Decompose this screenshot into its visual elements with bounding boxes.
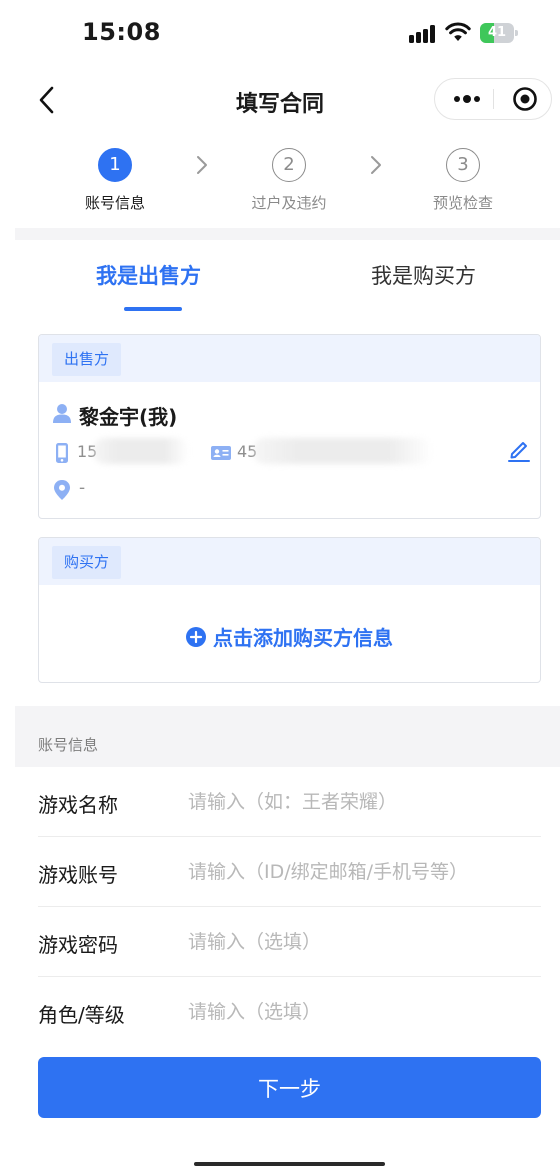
buyer-card: 购买方 点击添加购买方信息 (38, 537, 541, 683)
step-preview-check: 3 预览检查 (393, 148, 533, 213)
id-card-icon (211, 446, 231, 460)
form-row-role-level: 角色/等级 (38, 977, 541, 1047)
seller-card-header: 出售方 (39, 335, 540, 382)
step-number: 3 (446, 148, 480, 182)
seller-card: 出售方 黎金宇(我) 15 45 - (38, 334, 541, 519)
mini-program-capsule (434, 78, 552, 120)
seller-address: - (79, 478, 86, 498)
next-step-button[interactable]: 下一步 (38, 1057, 541, 1118)
phone-icon (56, 443, 68, 463)
status-time: 15:08 (82, 18, 161, 46)
section-divider (15, 228, 560, 240)
edit-icon[interactable] (506, 437, 532, 463)
battery-icon: 41 (480, 23, 518, 43)
redacted-phone (93, 438, 189, 464)
step-number: 1 (98, 148, 132, 182)
role-level-label: 角色/等级 (38, 1003, 125, 1027)
step-label: 预览检查 (432, 194, 493, 212)
location-pin-icon (54, 480, 70, 500)
tab-seller[interactable]: 我是出售方 (96, 260, 201, 290)
form-row-game-account: 游戏账号 (38, 837, 541, 907)
redacted-id-number (253, 438, 433, 464)
active-tab-indicator (124, 307, 182, 311)
cellular-signal-icon (409, 25, 437, 43)
game-password-input[interactable] (188, 923, 538, 961)
game-name-label: 游戏名称 (38, 793, 118, 817)
user-icon (53, 404, 71, 423)
more-button[interactable] (449, 79, 485, 119)
wifi-icon (445, 22, 471, 41)
form-row-game-password: 游戏密码 (38, 907, 541, 977)
game-account-label: 游戏账号 (38, 863, 118, 887)
form-row-game-name: 游戏名称 (38, 767, 541, 837)
account-info-section-header: 账号信息 (15, 706, 560, 767)
chevron-right-icon (197, 156, 207, 174)
more-dots-icon (454, 95, 480, 103)
chevron-right-icon (371, 156, 381, 174)
step-label: 过户及违约 (251, 194, 327, 212)
step-transfer-breach: 2 过户及违约 (219, 148, 359, 213)
tab-buyer[interactable]: 我是购买方 (371, 260, 476, 290)
role-level-input[interactable] (188, 993, 538, 1031)
progress-stepper: 1 账号信息 2 过户及违约 3 预览检查 (0, 140, 560, 226)
game-account-input[interactable] (188, 853, 538, 891)
step-account-info: 1 账号信息 (45, 148, 185, 213)
buyer-tag: 购买方 (52, 546, 122, 579)
home-indicator[interactable] (194, 1162, 385, 1166)
game-name-input[interactable] (188, 783, 538, 821)
seller-tag: 出售方 (52, 343, 122, 376)
nav-bar: 填写合同 (0, 66, 560, 132)
close-mini-program-button[interactable] (507, 79, 543, 119)
status-bar: 15:08 41 (0, 0, 560, 66)
step-label: 账号信息 (84, 194, 145, 212)
seller-name: 黎金宇(我) (79, 405, 178, 429)
add-buyer-label: 点击添加购买方信息 (213, 626, 393, 650)
plus-circle-icon (186, 626, 206, 647)
buyer-card-header: 购买方 (39, 538, 540, 585)
step-number: 2 (272, 148, 306, 182)
add-buyer-button[interactable]: 点击添加购买方信息 (39, 622, 540, 651)
target-circle-icon (513, 87, 537, 111)
game-password-label: 游戏密码 (38, 933, 118, 957)
section-title: 账号信息 (38, 736, 99, 754)
battery-percent: 41 (487, 25, 507, 40)
